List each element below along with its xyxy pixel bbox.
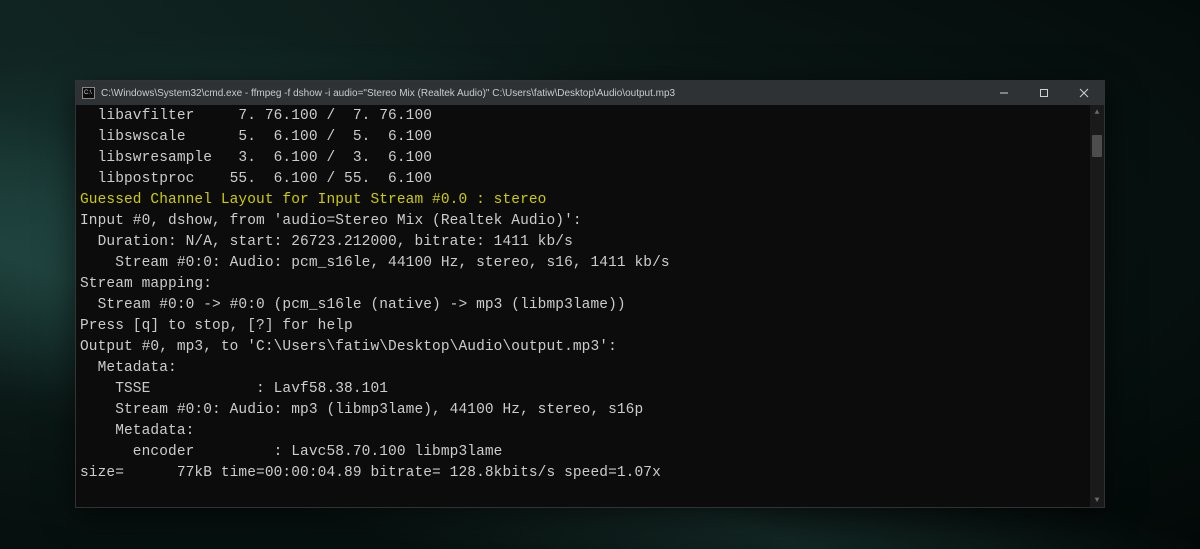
console-line: Stream #0:0: Audio: mp3 (libmp3lame), 44… [80,400,1100,421]
console-line: Stream #0:0 -> #0:0 (pcm_s16le (native) … [80,295,1100,316]
cmd-window: C:\ C:\Windows\System32\cmd.exe - ffmpeg… [75,80,1105,508]
console-line: Stream mapping: [80,274,1100,295]
scroll-up-arrow-icon[interactable]: ▲ [1090,105,1104,119]
console-line: Output #0, mp3, to 'C:\Users\fatiw\Deskt… [80,337,1100,358]
console-line: Metadata: [80,358,1100,379]
scroll-down-arrow-icon[interactable]: ▼ [1090,493,1104,507]
scrollbar-thumb[interactable] [1092,135,1102,157]
console-line: encoder : Lavc58.70.100 libmp3lame [80,442,1100,463]
minimize-button[interactable] [984,81,1024,105]
console-line: Press [q] to stop, [?] for help [80,316,1100,337]
console-line: TSSE : Lavf58.38.101 [80,379,1100,400]
console-line: libswscale 5. 6.100 / 5. 6.100 [80,127,1100,148]
console-client-area[interactable]: libavfilter 7. 76.100 / 7. 76.100 libsws… [76,105,1104,507]
close-icon [1079,88,1089,98]
window-controls [984,81,1104,105]
titlebar[interactable]: C:\ C:\Windows\System32\cmd.exe - ffmpeg… [76,81,1104,105]
console-line: libpostproc 55. 6.100 / 55. 6.100 [80,169,1100,190]
console-line: Stream #0:0: Audio: pcm_s16le, 44100 Hz,… [80,253,1100,274]
cmd-icon: C:\ [82,87,95,99]
console-line: Input #0, dshow, from 'audio=Stereo Mix … [80,211,1100,232]
console-line: libavfilter 7. 76.100 / 7. 76.100 [80,106,1100,127]
console-line: Guessed Channel Layout for Input Stream … [80,190,1100,211]
cmd-icon-label: C:\ [84,90,92,96]
maximize-icon [1039,88,1049,98]
console-line: size= 77kB time=00:00:04.89 bitrate= 128… [80,463,1100,484]
minimize-icon [999,88,1009,98]
close-button[interactable] [1064,81,1104,105]
console-line: Metadata: [80,421,1100,442]
maximize-button[interactable] [1024,81,1064,105]
console-line: libswresample 3. 6.100 / 3. 6.100 [80,148,1100,169]
console-line: Duration: N/A, start: 26723.212000, bitr… [80,232,1100,253]
vertical-scrollbar[interactable]: ▲ ▼ [1090,105,1104,507]
console-output: libavfilter 7. 76.100 / 7. 76.100 libsws… [76,105,1104,484]
window-title: C:\Windows\System32\cmd.exe - ffmpeg -f … [101,88,984,99]
